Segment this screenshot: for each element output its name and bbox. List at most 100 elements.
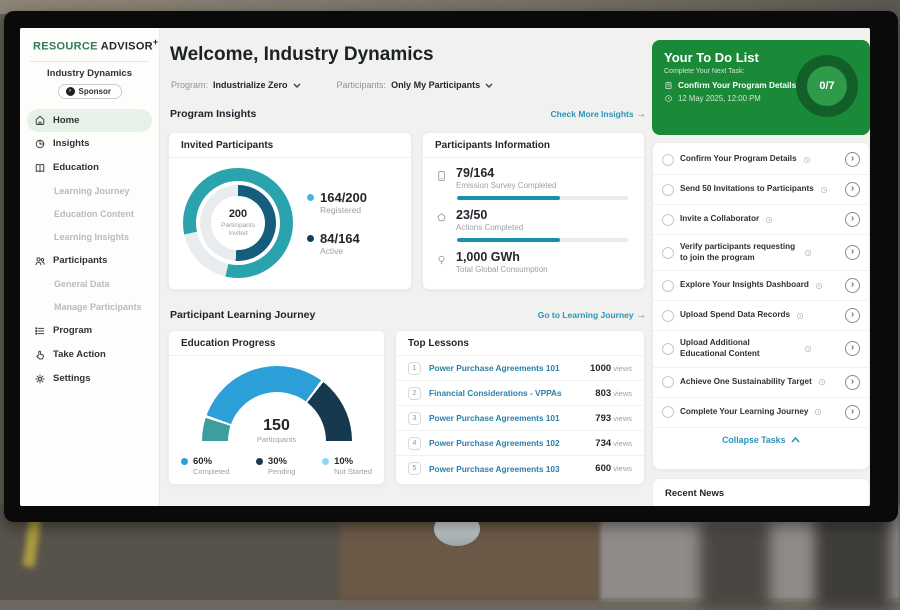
gauge-center-label: 150 Participants (202, 417, 352, 444)
chevron-right-icon[interactable]: › (845, 212, 860, 227)
lesson-link[interactable]: Power Purchase Agreements 103 (429, 464, 587, 474)
task-checkbox[interactable] (662, 280, 674, 292)
todo-progress-ring: 0/7 (796, 55, 858, 117)
sidebar-item-settings[interactable]: Settings (20, 367, 159, 391)
legend-dot (322, 458, 329, 465)
lesson-views-suffix: views (613, 439, 632, 448)
lesson-rank: 1 (408, 362, 421, 375)
legend-value: 30% (268, 456, 296, 467)
invited-legend: 164/200 Registered 84/164 Active (307, 190, 367, 256)
metric-label: Actions Completed (456, 223, 523, 232)
task-checkbox[interactable] (662, 154, 674, 166)
legend-label: Registered (320, 205, 367, 215)
top-lessons-card: Top Lessons 1 Power Purchase Agreements … (395, 330, 645, 485)
sponsor-badge[interactable]: › Sponsor (58, 84, 122, 99)
sidebar-item-insights[interactable]: Insights (20, 132, 159, 156)
todo-task[interactable]: Send 50 Invitations to Participants › (653, 175, 869, 205)
sidebar-item-education[interactable]: Education (20, 156, 159, 180)
sidebar-item-learning-journey[interactable]: Learning Journey (20, 180, 159, 203)
todo-task[interactable]: Verify participants requesting to join t… (653, 235, 869, 271)
sidebar-item-participants[interactable]: Participants (20, 249, 159, 273)
section-title: Participant Learning Journey (170, 309, 315, 321)
legend-value: 84/164 (320, 231, 360, 246)
sidebar-item-label: Education (53, 162, 99, 173)
sidebar-item-take-action[interactable]: Take Action (20, 343, 159, 367)
sidebar-item-label: Learning Journey (54, 186, 130, 196)
gear-icon (34, 373, 46, 385)
task-label: Upload Spend Data Records (680, 310, 790, 321)
card-title: Recent News (665, 488, 857, 506)
todo-task[interactable]: Complete Your Learning Journey › (653, 398, 869, 428)
clock-icon (804, 249, 812, 257)
todo-task[interactable]: Upload Spend Data Records › (653, 301, 869, 331)
lesson-link[interactable]: Power Purchase Agreements 101 (429, 363, 582, 373)
lesson-link[interactable]: Financial Considerations - VPPAs (429, 388, 587, 398)
chevron-right-icon[interactable]: › (845, 375, 860, 390)
task-checkbox[interactable] (662, 247, 674, 259)
check-more-insights-link[interactable]: Check More Insights → (550, 109, 646, 120)
sidebar-item-label: Education Content (54, 209, 134, 219)
clock-icon (804, 345, 812, 353)
task-label: Achieve One Sustainability Target (680, 377, 812, 388)
todo-task[interactable]: Upload Additional Educational Content › (653, 331, 869, 367)
lesson-link[interactable]: Power Purchase Agreements 102 (429, 438, 587, 448)
todo-task[interactable]: Confirm Your Program Details › (653, 145, 869, 175)
card-title: Participants Information (423, 133, 644, 158)
task-checkbox[interactable] (662, 214, 674, 226)
lesson-views-value: 793 (595, 413, 611, 424)
task-checkbox[interactable] (662, 184, 674, 196)
metric-value: 1,000 GWh (456, 250, 548, 264)
legend-label: Completed (193, 467, 229, 476)
program-label: Program: (171, 80, 208, 90)
task-checkbox[interactable] (662, 376, 674, 388)
todo-task[interactable]: Invite a Collaborator › (653, 205, 869, 235)
program-select[interactable]: Program: Industrialize Zero (171, 80, 301, 90)
task-label: Send 50 Invitations to Participants (680, 184, 814, 195)
todo-task[interactable]: Achieve One Sustainability Target › (653, 368, 869, 398)
chevron-right-icon[interactable]: › (845, 405, 860, 420)
sidebar-item-label: General Data (54, 279, 110, 289)
sidebar-nav: Home Insights Education Learning Journey… (20, 109, 159, 391)
survey-icon (435, 169, 448, 183)
participants-select[interactable]: Participants: Only My Participants (337, 80, 494, 90)
task-checkbox[interactable] (662, 310, 674, 322)
education-progress-card: Education Progress 150 Participants 60% … (168, 330, 385, 485)
clock-icon (818, 378, 826, 386)
lesson-row: 3 Power Purchase Agreements 101 793 view… (396, 406, 644, 431)
chevron-right-icon[interactable]: › (845, 182, 860, 197)
sidebar-item-manage-participants[interactable]: Manage Participants (20, 296, 159, 319)
chevron-down-icon (293, 83, 301, 88)
book-icon (34, 162, 46, 174)
task-checkbox[interactable] (662, 406, 674, 418)
metric-label: Total Global Consumption (456, 265, 548, 274)
sidebar-item-label: Program (53, 325, 92, 336)
todo-task[interactable]: Explore Your Insights Dashboard › (653, 271, 869, 301)
lesson-rank: 4 (408, 437, 421, 450)
learning-journey-header: Participant Learning Journey Go to Learn… (170, 309, 646, 321)
chevron-down-icon (485, 83, 493, 88)
legend-label: Not Started (334, 467, 372, 476)
filter-row: Program: Industrialize Zero Participants… (171, 80, 493, 90)
task-checkbox[interactable] (662, 343, 674, 355)
invited-participants-card: Invited Participants 200 Participants In… (168, 132, 412, 290)
sidebar-item-general-data[interactable]: General Data (20, 273, 159, 296)
chevron-right-icon[interactable]: › (845, 341, 860, 356)
chevron-right-icon[interactable]: › (845, 245, 860, 260)
sidebar-item-home[interactable]: Home (27, 109, 152, 132)
sidebar-item-learning-insights[interactable]: Learning Insights (20, 226, 159, 249)
chevron-right-icon[interactable]: › (845, 152, 860, 167)
sidebar-item-education-content[interactable]: Education Content (20, 203, 159, 226)
clock-icon (820, 186, 828, 194)
brand-primary: RESOURCE (33, 41, 98, 53)
collapse-tasks-link[interactable]: Collapse Tasks (653, 428, 869, 449)
task-label: Complete Your Learning Journey (680, 407, 808, 418)
chevron-up-icon (791, 437, 800, 443)
chevron-right-icon[interactable]: › (845, 278, 860, 293)
sidebar-item-label: Settings (53, 373, 90, 384)
lesson-link[interactable]: Power Purchase Agreements 101 (429, 413, 587, 423)
legend-label: Pending (268, 467, 296, 476)
sidebar-item-program[interactable]: Program (20, 319, 159, 343)
chevron-right-icon[interactable]: › (845, 308, 860, 323)
program-insights-header: Program Insights Check More Insights → (170, 108, 646, 120)
go-to-learning-journey-link[interactable]: Go to Learning Journey → (538, 310, 646, 321)
